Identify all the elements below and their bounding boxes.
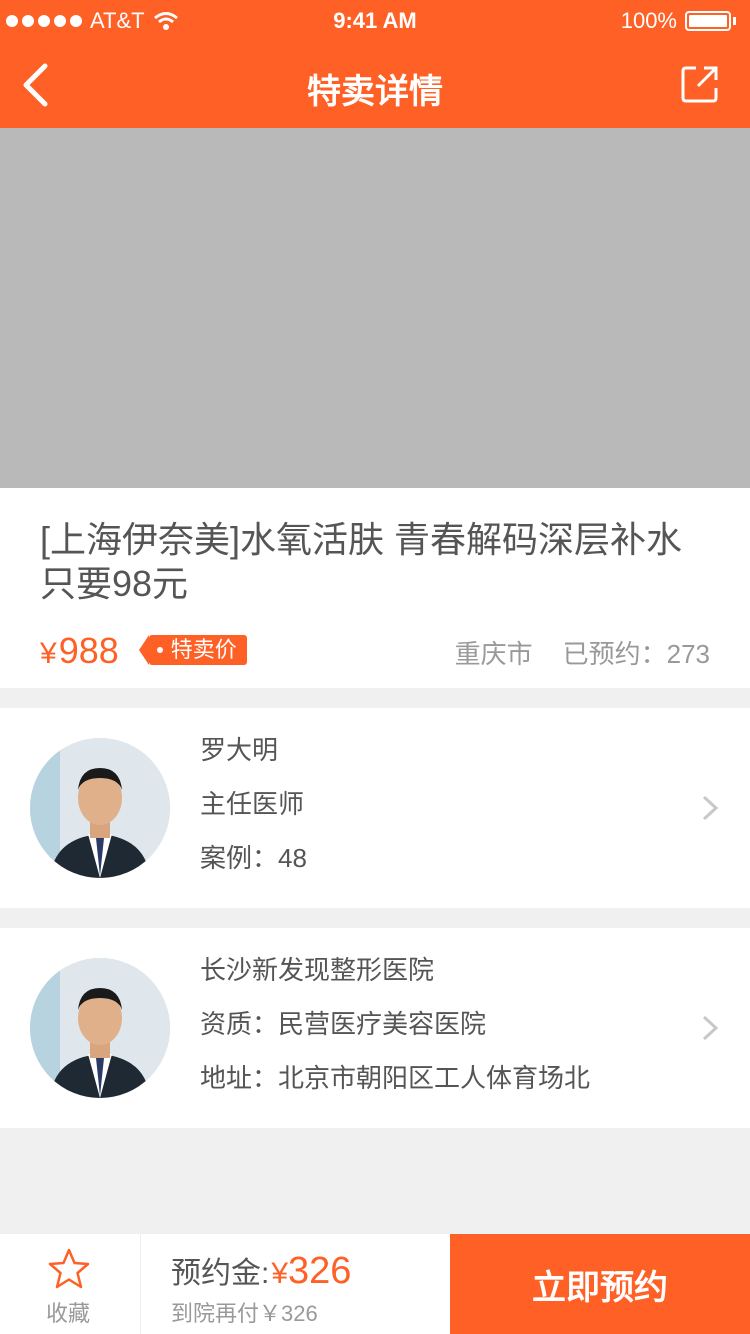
city-label: 重庆市 <box>454 639 533 669</box>
nav-bar: 特卖详情 <box>0 40 750 128</box>
doctor-name: 罗大明 <box>200 735 279 765</box>
status-right: 100% <box>621 8 736 34</box>
share-button[interactable] <box>680 64 720 104</box>
product-title: [上海伊奈美]水氧活肤 青春解码深层补水只要98元 <box>40 519 683 604</box>
price-value: 988 <box>58 630 119 671</box>
favorite-button[interactable]: 收藏 <box>0 1234 140 1334</box>
hospital-name: 长沙新发现整形医院 <box>200 955 435 985</box>
hospital-address: 地址：北京市朝阳区工人体育场北 <box>200 1063 591 1093</box>
person-avatar-icon <box>30 958 170 1098</box>
product-info: [上海伊奈美]水氧活肤 青春解码深层补水只要98元 ¥ 988 特卖价 重庆市 … <box>0 488 750 688</box>
pay-on-arrival: 到院再付￥326 <box>171 1301 318 1326</box>
deposit-label: 预约金: <box>171 1257 270 1290</box>
status-bar: AT&T 9:41 AM 100% <box>0 0 750 40</box>
booked-count: 已预约：273 <box>562 639 710 669</box>
price-symbol: ¥ <box>40 637 57 670</box>
star-icon <box>48 1248 90 1289</box>
doctor-title: 主任医师 <box>200 789 305 819</box>
battery-percent: 100% <box>620 8 677 33</box>
page-title: 特卖详情 <box>307 73 443 111</box>
deposit-info: 预约金: ¥ 326 到院再付￥326 <box>140 1234 450 1334</box>
deposit-value: 326 <box>288 1250 352 1292</box>
price-row: ¥ 988 特卖价 重庆市 已预约：273 <box>40 630 710 671</box>
hospital-card[interactable]: 长沙新发现整形医院 资质：民营医疗美容医院 地址：北京市朝阳区工人体育场北 <box>0 928 750 1128</box>
special-price-label: 特卖价 <box>170 637 237 662</box>
chevron-right-icon <box>702 795 719 821</box>
person-avatar-icon <box>30 738 170 878</box>
doctor-card[interactable]: 罗大明 主任医师 案例：48 <box>0 708 750 908</box>
doctor-details: 罗大明 主任医师 案例：48 <box>200 736 307 898</box>
deposit-symbol: ¥ <box>271 1257 289 1290</box>
special-price-tag: 特卖价 <box>138 635 247 665</box>
doctor-avatar <box>30 738 170 878</box>
book-now-button[interactable]: 立即预约 <box>450 1234 750 1334</box>
favorite-label: 收藏 <box>46 1301 91 1326</box>
hospital-details: 长沙新发现整形医院 资质：民营医疗美容医院 地址：北京市朝阳区工人体育场北 <box>200 956 590 1118</box>
hospital-avatar <box>30 958 170 1098</box>
share-icon <box>681 66 718 103</box>
hospital-qualification: 资质：民营医疗美容医院 <box>200 1009 487 1039</box>
doctor-cases: 案例：48 <box>200 843 307 873</box>
battery-icon <box>685 11 731 31</box>
product-banner-image <box>0 128 750 488</box>
bottom-action-bar: 收藏 预约金: ¥ 326 到院再付￥326 立即预约 <box>0 1234 750 1334</box>
product-meta: 重庆市 已预约：273 <box>455 634 710 671</box>
chevron-right-icon <box>702 1015 719 1041</box>
